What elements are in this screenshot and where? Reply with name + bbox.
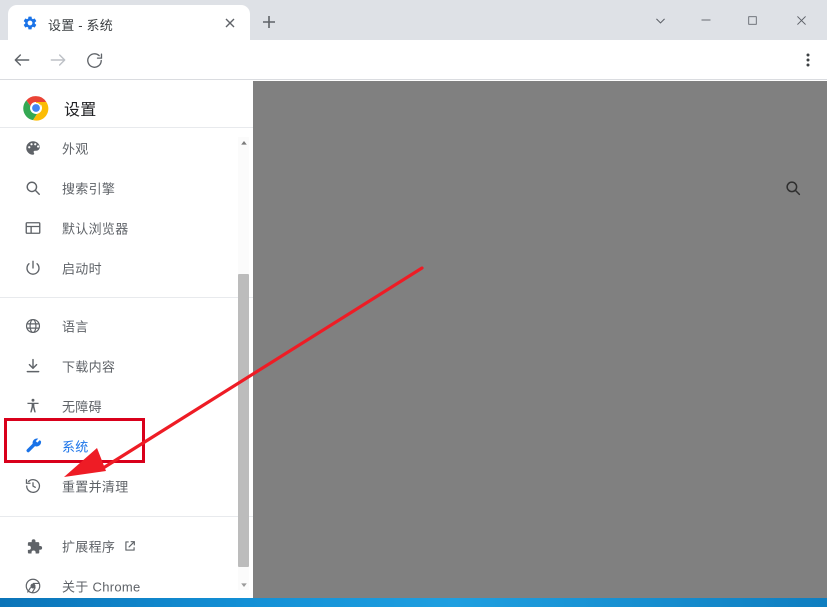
tab-strip: 设置 - 系统 xyxy=(0,0,827,40)
browser-toolbar: Chrome chrome://settings/system xyxy=(0,40,827,80)
browser-window: 设置 - 系统 xyxy=(0,0,827,607)
download-icon xyxy=(23,356,43,376)
accessibility-icon xyxy=(23,396,43,416)
scrollbar-thumb[interactable] xyxy=(238,274,249,567)
scroll-down-arrow-icon[interactable] xyxy=(238,579,249,590)
page-title: 设置 xyxy=(64,96,97,120)
tab-title: 设置 - 系统 xyxy=(48,15,113,34)
palette-icon xyxy=(23,138,43,158)
scroll-up-arrow-icon[interactable] xyxy=(238,137,249,148)
settings-header: 设置 xyxy=(0,81,253,125)
page-dim-overlay xyxy=(253,81,827,598)
menu-divider xyxy=(0,516,253,517)
browser-window-icon xyxy=(23,218,43,238)
window-controls xyxy=(637,0,827,40)
sidebar-item-label: 扩展程序 xyxy=(62,537,115,556)
tab-search-button[interactable] xyxy=(637,0,683,40)
taskbar-strip xyxy=(0,598,827,607)
settings-page: 运行后台应用 用) xyxy=(0,81,827,598)
reload-icon[interactable] xyxy=(82,48,106,72)
tab-close-icon[interactable] xyxy=(222,15,238,31)
sidebar-item-label: 搜索引擎 xyxy=(62,179,115,198)
search-icon[interactable] xyxy=(784,179,802,197)
new-tab-button[interactable] xyxy=(258,11,280,33)
external-link-icon[interactable] xyxy=(123,539,137,553)
sidebar-scrollbar[interactable] xyxy=(238,137,249,590)
sidebar-item-on-startup[interactable]: 启动时 xyxy=(0,248,253,288)
sidebar-item-label: 重置并清理 xyxy=(62,477,129,496)
settings-nav-menu: 外观 搜索引擎 xyxy=(0,128,253,606)
sidebar-item-label: 无障碍 xyxy=(62,397,102,416)
chrome-logo-icon xyxy=(23,95,49,121)
minimize-button[interactable] xyxy=(683,0,729,40)
forward-arrow-icon[interactable] xyxy=(46,48,70,72)
sidebar-item-label: 默认浏览器 xyxy=(62,219,129,238)
sidebar-item-downloads[interactable]: 下载内容 xyxy=(0,346,253,386)
annotation-highlight-box xyxy=(4,418,145,463)
gear-icon xyxy=(22,15,38,31)
browser-tab[interactable]: 设置 - 系统 xyxy=(8,5,250,40)
sidebar-item-reset-cleanup[interactable]: 重置并清理 xyxy=(0,466,253,506)
maximize-button[interactable] xyxy=(729,0,775,40)
sidebar-item-label: 关于 Chrome xyxy=(62,577,141,596)
sidebar-item-default-browser[interactable]: 默认浏览器 xyxy=(0,208,253,248)
close-window-button[interactable] xyxy=(775,0,827,40)
search-icon xyxy=(23,178,43,198)
sidebar-item-extensions[interactable]: 扩展程序 xyxy=(0,526,253,566)
power-icon xyxy=(23,258,43,278)
history-restore-icon xyxy=(23,476,43,496)
sidebar-item-label: 外观 xyxy=(62,139,89,158)
sidebar-item-label: 下载内容 xyxy=(62,357,115,376)
settings-sidebar: 设置 外观 xyxy=(0,81,253,598)
sidebar-item-label: 语言 xyxy=(62,317,89,336)
sidebar-item-search-engine[interactable]: 搜索引擎 xyxy=(0,168,253,208)
menu-divider xyxy=(0,297,253,298)
puzzle-icon xyxy=(23,536,43,556)
browser-menu-button[interactable] xyxy=(800,52,816,73)
sidebar-item-label: 启动时 xyxy=(62,259,102,278)
chrome-icon xyxy=(23,576,43,596)
sidebar-item-languages[interactable]: 语言 xyxy=(0,306,253,346)
globe-icon xyxy=(23,316,43,336)
back-arrow-icon[interactable] xyxy=(10,48,34,72)
sidebar-item-appearance[interactable]: 外观 xyxy=(0,128,253,168)
